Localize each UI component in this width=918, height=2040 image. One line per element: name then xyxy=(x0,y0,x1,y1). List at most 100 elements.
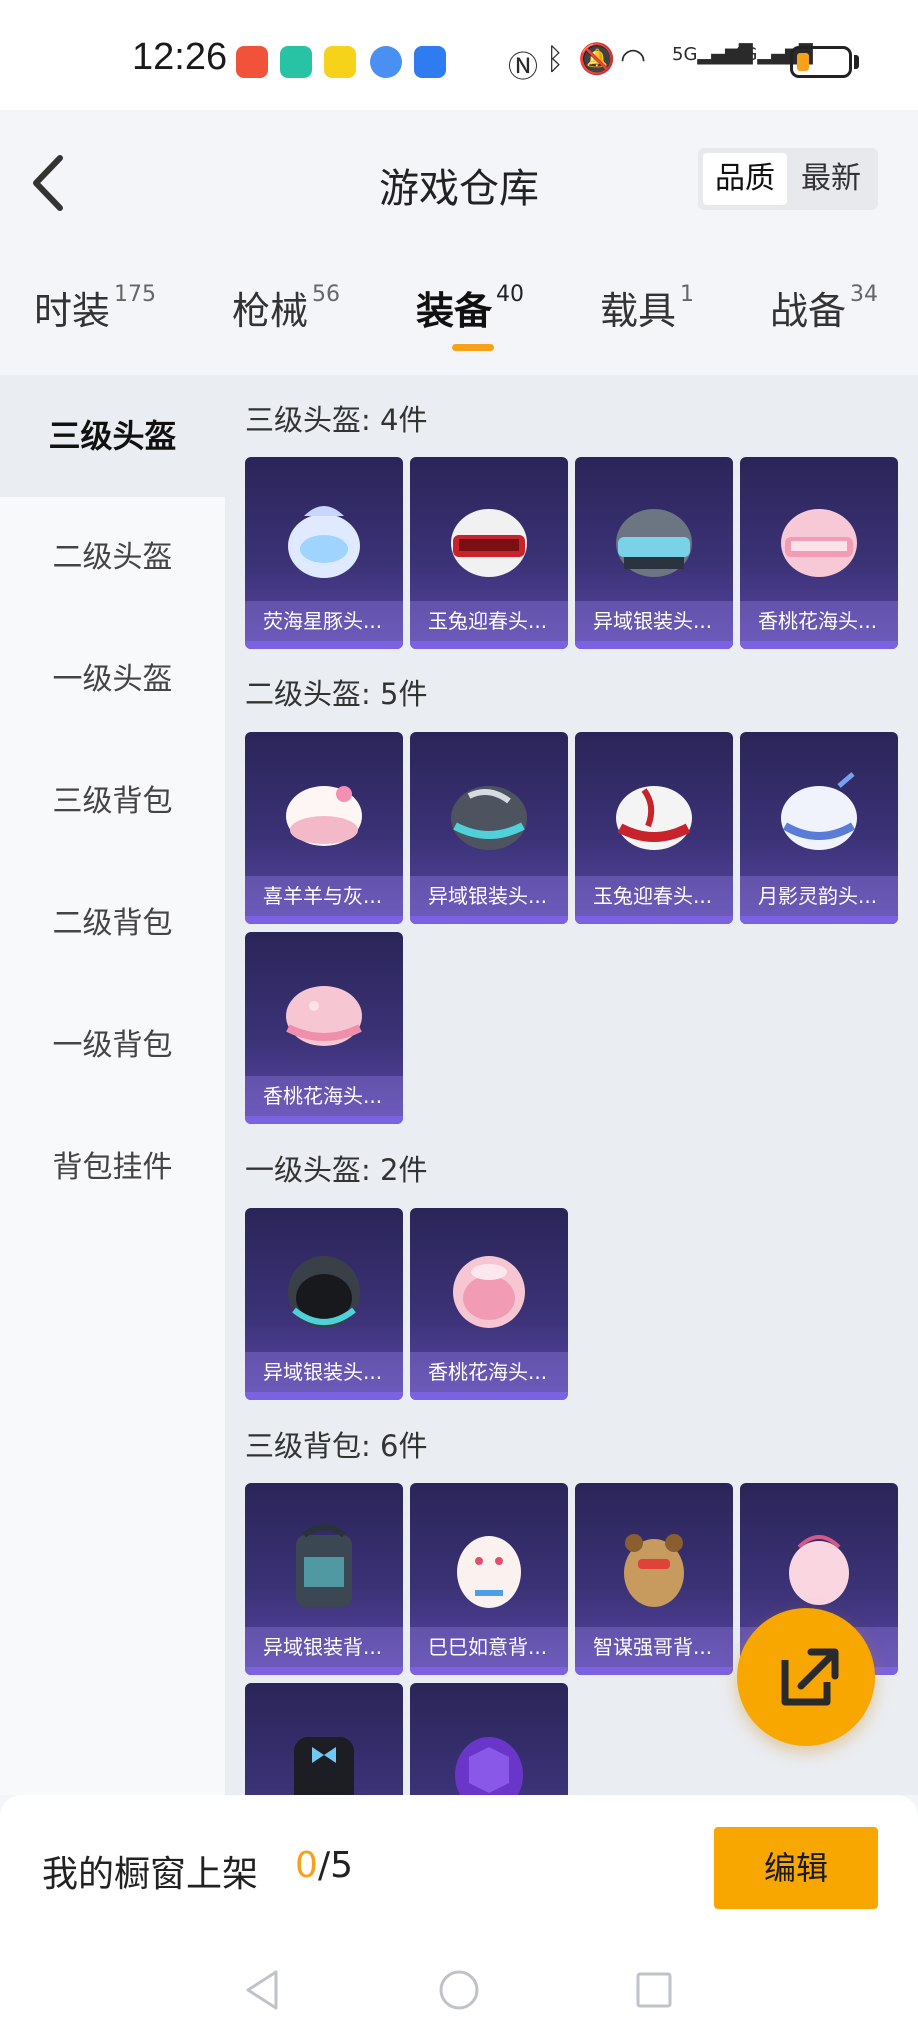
item-name: 香桃花海头... xyxy=(410,1352,568,1392)
backpack-pink-icon xyxy=(789,1535,849,1605)
section-title: 三级背包: 6件 xyxy=(245,1429,428,1463)
tab-count: 175 xyxy=(114,282,157,307)
item-name: 异域银装头... xyxy=(245,1352,403,1392)
wifi-icon: ◠ xyxy=(620,42,647,77)
battery-icon xyxy=(790,46,852,78)
item-card[interactable]: 异域银装背... xyxy=(245,1483,403,1675)
share-fab-button[interactable] xyxy=(737,1608,875,1746)
tab-vehicles[interactable]: 载具 1 xyxy=(600,280,694,340)
helmet-rabbit-icon xyxy=(451,509,527,577)
item-card[interactable]: 巳巳如意背... xyxy=(410,1483,568,1675)
item-name: 巳巳如意背... xyxy=(410,1627,568,1667)
tab-label: 战备 xyxy=(770,289,847,333)
showcase-footer: 我的橱窗上架 0 /5 编辑 xyxy=(0,1795,918,1940)
helmet-moon-icon xyxy=(781,772,857,850)
mute-icon: 🔕 xyxy=(578,42,616,77)
helmet-silver-icon xyxy=(451,786,527,850)
sidebar-item-level3-backpack[interactable]: 三级背包 xyxy=(0,741,225,863)
network-4g-label: 4G xyxy=(732,44,758,65)
sort-toggle: 品质 最新 xyxy=(698,148,878,210)
missed-call-app-icon xyxy=(236,46,268,78)
category-sidebar: 三级头盔 二级头盔 一级头盔 三级背包 二级背包 一级背包 背包挂件 xyxy=(0,375,225,1795)
item-name: 异域银装头... xyxy=(575,601,733,641)
backpack-bear-icon xyxy=(624,1534,684,1607)
battery-tip xyxy=(854,55,859,69)
item-name: 香桃花海头... xyxy=(740,601,898,641)
tab-count: 34 xyxy=(850,282,879,307)
item-card[interactable]: 异域银装头... xyxy=(245,1208,403,1400)
tab-equipment[interactable]: 装备 40 xyxy=(416,280,524,340)
sidebar-item-level3-helmet[interactable]: 三级头盔 xyxy=(0,375,225,497)
tab-fashion[interactable]: 时装 175 xyxy=(34,280,156,340)
pixel-app-icon xyxy=(324,46,356,78)
item-card[interactable]: 异域银装头... xyxy=(575,457,733,649)
item-grid-area: 三级头盔: 4件 荧海星豚头... 玉兔迎春头... 异域银装头... 香桃花海… xyxy=(225,375,918,1795)
item-card[interactable]: 香桃花海头... xyxy=(740,457,898,649)
backpack-turtle-icon xyxy=(455,1737,523,1795)
tab-firearms[interactable]: 枪械 56 xyxy=(232,280,340,340)
item-name: 香桃花海头... xyxy=(245,1076,403,1116)
helmet-peach-icon xyxy=(453,1256,525,1328)
item-name: 荧海星豚头... xyxy=(245,601,403,641)
helmet-peach-icon xyxy=(781,509,857,577)
item-card[interactable] xyxy=(245,1683,403,1795)
helmet-silver-icon xyxy=(616,509,692,577)
tab-label: 装备 xyxy=(416,289,493,333)
item-card[interactable]: 香桃花海头... xyxy=(245,932,403,1124)
sidebar-item-level2-backpack[interactable]: 二级背包 xyxy=(0,863,225,985)
header: 游戏仓库 品质 最新 时装 175 枪械 56 装备 40 载具 1 战备 34 xyxy=(0,110,918,375)
backpack-snake-icon xyxy=(457,1536,521,1608)
sidebar-item-level1-helmet[interactable]: 一级头盔 xyxy=(0,619,225,741)
sidebar-item-level1-backpack[interactable]: 一级背包 xyxy=(0,985,225,1107)
item-card[interactable]: 玉兔迎春头... xyxy=(410,457,568,649)
sort-by-newest-button[interactable]: 最新 xyxy=(789,153,873,205)
backpack-black-icon xyxy=(294,1737,354,1795)
showcase-label: 我的橱窗上架 xyxy=(42,1854,259,1895)
bluetooth-icon: ᛒ xyxy=(546,42,564,77)
system-nav-bar xyxy=(0,1940,918,2040)
tips-app-icon xyxy=(414,46,446,78)
tab-count: 56 xyxy=(312,282,341,307)
helmet-dolphin-icon xyxy=(288,506,360,578)
sidebar-item-level2-helmet[interactable]: 二级头盔 xyxy=(0,497,225,619)
item-card[interactable]: 月影灵韵头... xyxy=(740,732,898,924)
sidebar-item-backpack-charm[interactable]: 背包挂件 xyxy=(0,1107,225,1229)
item-card[interactable]: 玉兔迎春头... xyxy=(575,732,733,924)
tab-count: 1 xyxy=(680,282,695,307)
security-app-icon xyxy=(280,46,312,78)
helmet-silver-icon xyxy=(288,1256,360,1328)
nav-recents-icon[interactable] xyxy=(630,1966,678,2014)
network-5g-label: 5G xyxy=(672,44,698,65)
item-card[interactable]: 喜羊羊与灰... xyxy=(245,732,403,924)
nav-back-icon[interactable] xyxy=(238,1966,286,2014)
tab-supplies[interactable]: 战备 34 xyxy=(770,280,878,340)
nfc-icon: Ⓝ xyxy=(508,50,538,85)
showcase-current-count: 0 xyxy=(295,1845,318,1886)
helmet-rabbit-icon xyxy=(616,786,692,850)
backpack-silver-icon xyxy=(296,1524,352,1607)
active-tab-indicator xyxy=(452,344,494,351)
tab-label: 时装 xyxy=(34,289,111,333)
item-card[interactable]: 荧海星豚头... xyxy=(245,457,403,649)
item-card[interactable]: 香桃花海头... xyxy=(410,1208,568,1400)
share-export-icon xyxy=(781,1648,839,1706)
sort-by-quality-button[interactable]: 品质 xyxy=(703,153,787,205)
nav-home-icon[interactable] xyxy=(435,1966,483,2014)
helmet-sheep-icon xyxy=(286,786,362,846)
item-name: 异域银装头... xyxy=(410,876,568,916)
item-card[interactable]: 智谋强哥背... xyxy=(575,1483,733,1675)
tab-label: 枪械 xyxy=(232,289,309,333)
browser-app-icon xyxy=(370,46,402,78)
showcase-total-count: /5 xyxy=(318,1845,354,1886)
item-name: 异域银装背... xyxy=(245,1627,403,1667)
status-time: 12:26 xyxy=(132,36,228,78)
item-card[interactable] xyxy=(410,1683,568,1795)
helmet-peach-icon xyxy=(286,986,362,1046)
section-title: 一级头盔: 2件 xyxy=(245,1153,428,1187)
section-title: 三级头盔: 4件 xyxy=(245,403,428,437)
status-bar: 12:26 Ⓝ ᛒ 🔕 ◠ 5G▂▄▆█ 4G▂▄▆█ xyxy=(0,0,918,110)
section-title: 二级头盔: 5件 xyxy=(245,677,428,711)
edit-button[interactable]: 编辑 xyxy=(714,1827,878,1909)
tab-count: 40 xyxy=(496,282,525,307)
item-card[interactable]: 异域银装头... xyxy=(410,732,568,924)
